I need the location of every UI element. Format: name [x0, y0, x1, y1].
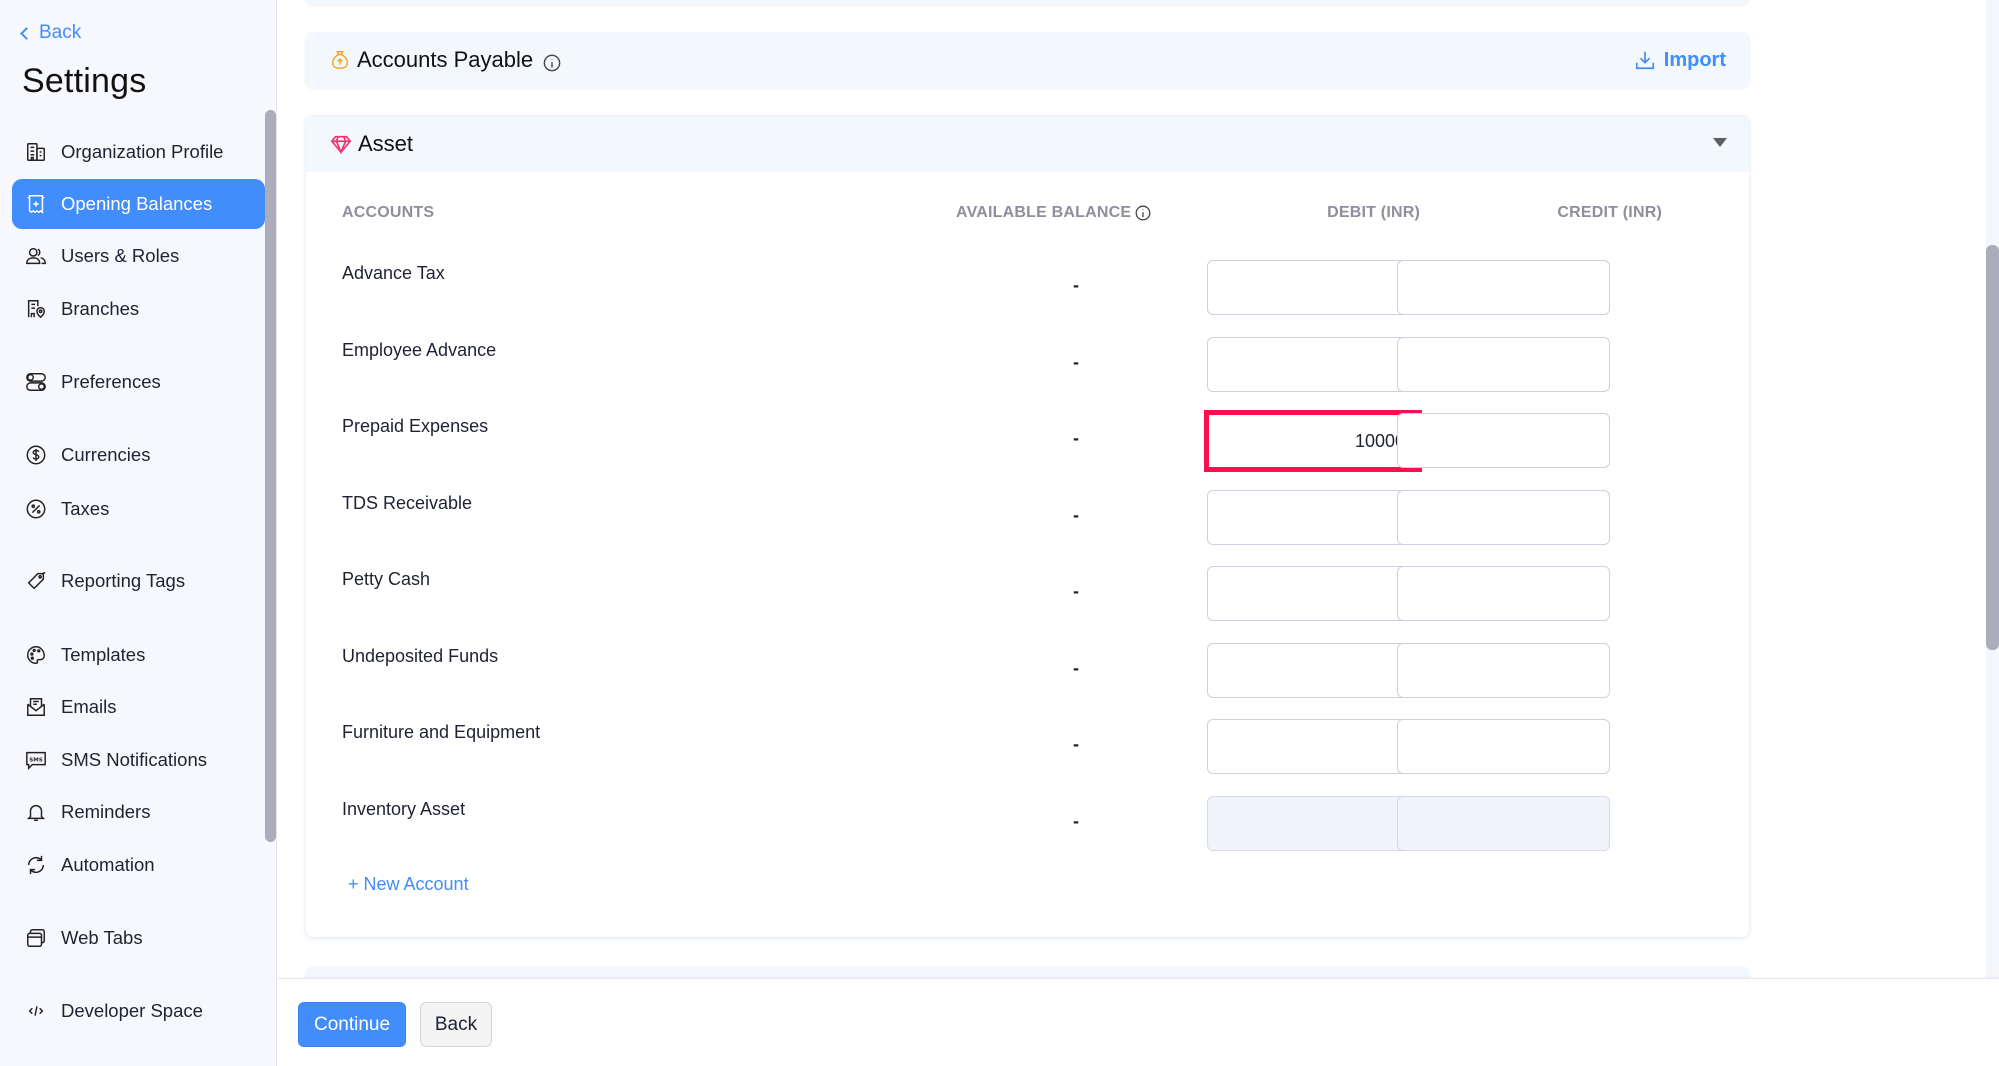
available-balance-value: - — [1073, 810, 1079, 831]
credit-input[interactable] — [1397, 719, 1610, 774]
envelope-icon — [25, 696, 47, 718]
available-balance-value: - — [1073, 275, 1079, 295]
available-balance-value: - — [1073, 657, 1079, 678]
sidebar-item-emails[interactable]: Emails — [12, 682, 265, 732]
account-name: Employee Advance — [342, 339, 497, 360]
accounts-payable-card: Accounts Payable Import — [305, 32, 1750, 88]
settings-sidebar: Back Settings Organization Profile Openi… — [0, 0, 277, 1066]
asset-card: Asset ACCOUNTS AVAILABLE BALANCE DEBIT (… — [305, 115, 1750, 938]
sidebar-item-reminders[interactable]: Reminders — [12, 787, 265, 837]
page-title: Settings — [22, 62, 147, 100]
receipt-icon — [25, 193, 47, 215]
credit-input[interactable] — [1397, 336, 1610, 392]
debit-input[interactable] — [1207, 566, 1420, 621]
users-icon — [25, 245, 47, 267]
account-name: Furniture and Equipment — [342, 722, 541, 742]
toggles-icon — [25, 371, 47, 393]
footer-bar: Continue Back — [278, 978, 1999, 1066]
sidebar-item-web-tabs[interactable]: Web Tabs — [12, 913, 265, 963]
main-scrollbar-thumb[interactable] — [1986, 245, 1999, 650]
dollar-circle-icon — [25, 444, 47, 466]
account-name: Undeposited Funds — [342, 645, 499, 666]
bell-icon — [25, 801, 47, 823]
available-balance-value: - — [1073, 504, 1079, 525]
sidebar-item-users-roles[interactable]: Users & Roles — [12, 231, 265, 281]
debit-input[interactable] — [1207, 260, 1420, 315]
money-bag-icon — [329, 49, 351, 71]
debit-input[interactable] — [1207, 489, 1420, 545]
continue-button[interactable]: Continue — [298, 1002, 406, 1047]
back-link[interactable]: Back — [20, 22, 82, 44]
credit-input[interactable] — [1397, 566, 1610, 621]
account-name: Advance Tax — [342, 263, 445, 283]
credit-input[interactable] — [1397, 795, 1610, 851]
credit-input[interactable] — [1397, 260, 1610, 315]
info-icon[interactable] — [1135, 205, 1151, 221]
debit-input[interactable] — [1207, 642, 1420, 698]
asset-header[interactable]: Asset — [306, 116, 1749, 172]
new-account-link[interactable]: + New Account — [348, 874, 469, 895]
available-balance-value: - — [1073, 734, 1079, 754]
column-header-available-balance: AVAILABLE BALANCE — [956, 204, 1151, 222]
account-name: Prepaid Expenses — [342, 416, 489, 436]
account-name: Inventory Asset — [342, 798, 466, 819]
sidebar-item-reporting-tags[interactable]: Reporting Tags — [12, 556, 265, 606]
chevron-left-icon — [20, 27, 33, 40]
column-header-credit: CREDIT (INR) — [1557, 204, 1662, 221]
debit-input[interactable] — [1207, 719, 1420, 774]
branch-location-icon — [25, 298, 47, 320]
sidebar-item-taxes[interactable]: Taxes — [12, 484, 265, 534]
back-button[interactable]: Back — [420, 1002, 492, 1047]
debit-input[interactable] — [1207, 795, 1420, 851]
back-link-label: Back — [39, 22, 82, 43]
column-header-accounts: ACCOUNTS — [342, 204, 435, 221]
column-header-debit: DEBIT (INR) — [1327, 204, 1420, 221]
credit-input[interactable] — [1397, 642, 1610, 698]
collapse-caret-icon[interactable] — [1713, 138, 1727, 147]
main-content: Accounts Payable Import Asset ACCOUNTS A… — [278, 0, 1986, 978]
refresh-icon — [25, 854, 47, 876]
download-icon — [1635, 51, 1654, 70]
info-icon[interactable] — [543, 54, 561, 72]
tag-icon — [25, 570, 47, 592]
building-icon — [25, 141, 47, 163]
sidebar-item-branches[interactable]: Branches — [12, 284, 265, 334]
sidebar-item-templates[interactable]: Templates — [12, 630, 265, 680]
sidebar-item-organization-profile[interactable]: Organization Profile — [12, 127, 265, 177]
accounts-payable-title: Accounts Payable — [329, 32, 561, 88]
svg-text:SMS: SMS — [29, 757, 42, 763]
asset-title: Asset — [330, 116, 413, 172]
sidebar-item-currencies[interactable]: Currencies — [12, 430, 265, 480]
available-balance-value: - — [1073, 428, 1079, 448]
tabs-icon — [25, 927, 47, 949]
sidebar-item-developer-space[interactable]: Developer Space — [12, 986, 265, 1036]
sidebar-item-automation[interactable]: Automation — [12, 840, 265, 890]
palette-icon — [25, 644, 47, 666]
sidebar-scrollbar[interactable] — [265, 110, 276, 842]
import-button[interactable]: Import — [1634, 32, 1726, 88]
percent-circle-icon — [25, 498, 47, 520]
code-icon — [25, 1000, 47, 1022]
next-section-card — [305, 966, 1750, 978]
account-name: TDS Receivable — [342, 492, 473, 513]
sidebar-item-preferences[interactable]: Preferences — [12, 357, 265, 407]
account-name: Petty Cash — [342, 569, 431, 589]
debit-input[interactable] — [1207, 336, 1420, 392]
sidebar-item-sms-notifications[interactable]: SMS SMS Notifications — [12, 735, 265, 785]
diamond-icon — [330, 133, 352, 155]
available-balance-value: - — [1073, 351, 1079, 372]
sidebar-item-opening-balances[interactable]: Opening Balances — [12, 179, 265, 229]
previous-section-card — [305, 0, 1750, 5]
sms-icon: SMS — [25, 749, 47, 771]
credit-input[interactable] — [1397, 413, 1610, 468]
available-balance-value: - — [1073, 581, 1079, 601]
credit-input[interactable] — [1397, 489, 1610, 545]
debit-input[interactable] — [1204, 410, 1422, 472]
